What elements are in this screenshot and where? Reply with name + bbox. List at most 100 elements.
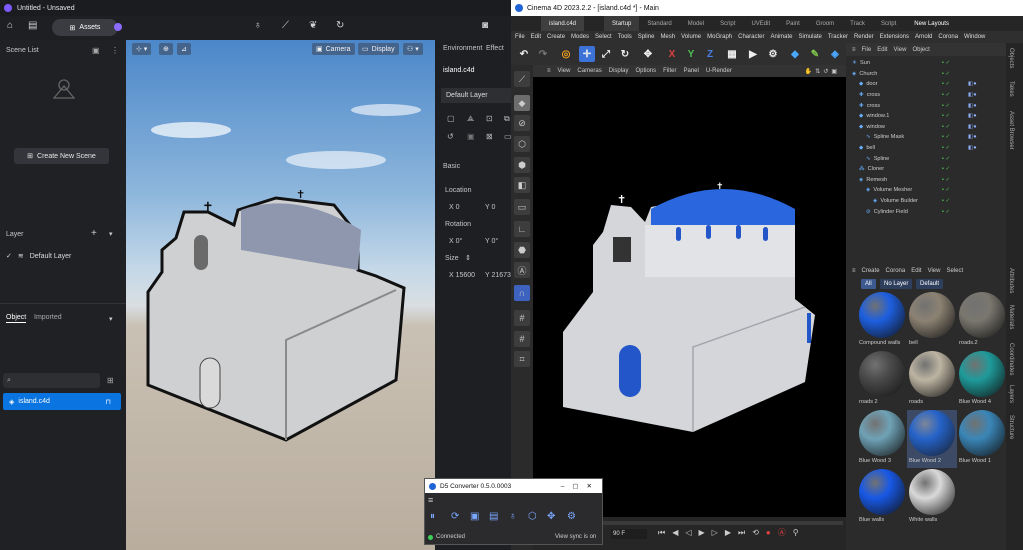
menu-tools[interactable]: Tools [618,34,632,40]
material-tag-icon[interactable]: ◧● [968,145,977,151]
document-tab[interactable]: island.c4d [541,16,585,31]
vp-menu-urender[interactable]: U-Render [706,68,732,74]
material-swatch[interactable]: Blue Wood 2 [907,410,957,468]
object-chevron-icon[interactable]: ▾ [109,315,113,323]
material-tag-icon[interactable]: ◧● [968,92,977,98]
dock-tab[interactable]: Asset Browser [1008,111,1014,150]
tab-track[interactable]: Track [842,16,873,31]
menu-extensions[interactable]: Extensions [880,34,909,40]
object-row[interactable]: ◆ bell ▪ ✓ ◧● [846,143,1006,154]
tab-paint[interactable]: Paint [778,16,808,31]
material-tag-icon[interactable]: ◧● [968,103,977,109]
create-new-scene-button[interactable]: ⊞ Create New Scene [14,148,109,164]
dock-tab[interactable]: Coordinates [1008,343,1014,375]
link-size-icon[interactable]: ⇕ [465,254,471,262]
vp-menu-cameras[interactable]: Cameras [577,68,601,74]
visibility-check-icon[interactable]: ▪ ✓ [942,60,950,66]
material-swatch[interactable]: Blue Wood 1 [957,410,1007,468]
material-swatch[interactable]: Blue walls [857,469,907,527]
visibility-check-icon[interactable]: ▪ ✓ [942,124,950,130]
texture-mode-icon[interactable]: ⊘ [514,115,530,131]
mm-menu-select[interactable]: Select [946,268,963,274]
tab-imported[interactable]: Imported [34,314,62,321]
visibility-check-icon[interactable]: ▪ ✓ [942,187,950,193]
visibility-check-icon[interactable]: ▪ ✓ [942,81,950,87]
material-tag-icon[interactable]: ◧● [968,134,977,140]
next-key-icon[interactable]: ▶ [725,528,731,537]
mirror-icon[interactable]: ⟁ [467,114,474,124]
visibility-check-icon[interactable]: ▪ ✓ [942,145,950,151]
coordinate-system-icon[interactable]: ▦ [724,46,740,62]
timeline-ruler[interactable] [593,521,843,525]
menu-character[interactable]: Character [738,34,764,40]
object-row[interactable]: ∿ Spline Mask ▪ ✓ ◧● [846,132,1006,143]
quantize-icon[interactable]: ⌗ [514,351,530,367]
om-menu-file[interactable]: File [862,47,872,53]
tab-script-2[interactable]: Script [873,16,904,31]
om-menu-view[interactable]: View [894,47,907,53]
prev-frame-icon[interactable]: ◁ [685,528,691,537]
mm-menu-icon[interactable]: ≡ [852,268,856,274]
add-layer-icon[interactable]: + [91,228,97,239]
visibility-check-icon[interactable]: ▪ ✓ [942,71,950,77]
axis-mode-icon[interactable]: ∟ [514,221,530,237]
menu-simulate[interactable]: Simulate [799,34,822,40]
material-tag-icon[interactable]: ◧● [968,113,977,119]
files-icon[interactable]: ▤ [28,20,37,31]
redo-icon[interactable]: ↷ [535,46,551,62]
filter-default[interactable]: Default [916,279,944,289]
visibility-check-icon[interactable]: ▪ ✓ [942,92,950,98]
object-row[interactable]: ◆ door ▪ ✓ ◧● [846,79,1006,90]
material-swatch[interactable]: roads 2 [857,351,907,409]
tab-script[interactable]: Script [712,16,743,31]
snap-icon[interactable]: ⊡ [486,114,493,123]
new-layouts-button[interactable]: New Layouts [906,16,957,31]
move-icon[interactable]: ✛ [579,46,595,62]
object-row[interactable]: ✚ cross ▪ ✓ ◧● [846,90,1006,101]
filter-no-layer[interactable]: No Layer [880,279,913,289]
record-icon[interactable]: ● [766,528,771,537]
material-swatch[interactable]: Blue Wood 3 [857,410,907,468]
dock-tab[interactable]: Structure [1008,415,1014,439]
dock-tab[interactable]: Attributes [1008,268,1014,293]
workplane-icon[interactable]: # [514,310,530,326]
z-axis-icon[interactable]: Z [702,46,718,62]
menu-select[interactable]: Select [595,34,612,40]
material-tag-icon[interactable]: ◧● [968,124,977,130]
mm-menu-create[interactable]: Create [862,268,880,274]
tab-standard[interactable]: Standard [639,16,679,31]
visibility-check-icon[interactable]: ▪ ✓ [942,113,950,119]
object-row[interactable]: ◆ window ▪ ✓ ◧● [846,122,1006,133]
vp-menu-view[interactable]: View [558,68,571,74]
path-icon[interactable]: ⟋ [282,20,289,31]
visibility-check-icon[interactable]: ▪ ✓ [942,198,950,204]
sculpt-icon[interactable]: Ⓐ [514,262,530,278]
group-icon[interactable]: ▣ [467,132,475,141]
prev-key-icon[interactable]: ◀ [672,528,678,537]
dock-tab[interactable]: Layers [1008,385,1014,403]
layer-chevron-icon[interactable]: ▾ [109,230,113,238]
rotation-y-field[interactable]: Y 0° [485,238,498,245]
view-menu-icon[interactable]: ≡ [547,68,551,74]
dock-tab[interactable]: Takes [1008,81,1014,97]
scene-add-icon[interactable]: ▣ [92,46,100,55]
object-row[interactable]: ⁂ Cloner ▪ ✓ [846,164,1006,175]
spline-pen-icon[interactable]: ✎ [807,46,823,62]
play-icon[interactable]: ▶ [699,528,705,537]
size-x-field[interactable]: X 15600 [449,272,475,279]
tab-groom[interactable]: Groom [808,16,842,31]
menu-spline[interactable]: Spline [638,34,655,40]
video-camera-icon[interactable]: ▣ [470,511,479,522]
menu-tracker[interactable]: Tracker [828,34,848,40]
y-axis-icon[interactable]: Y [683,46,699,62]
menu-create[interactable]: Create [547,34,565,40]
transform-icon[interactable]: ✥ [640,46,656,62]
mm-menu-view[interactable]: View [928,268,941,274]
model-mode-icon[interactable]: ◆ [514,95,530,111]
window-controls[interactable]: –▢✕ [561,482,602,490]
menu-arnold[interactable]: Arnold [915,34,932,40]
object-row[interactable]: ◈ Volume Builder ▪ ✓ [846,196,1006,207]
first-frame-icon[interactable]: ⏮ [658,528,665,538]
lock-icon[interactable]: ⊓ [106,398,111,406]
ai-orb-icon[interactable] [114,23,122,31]
